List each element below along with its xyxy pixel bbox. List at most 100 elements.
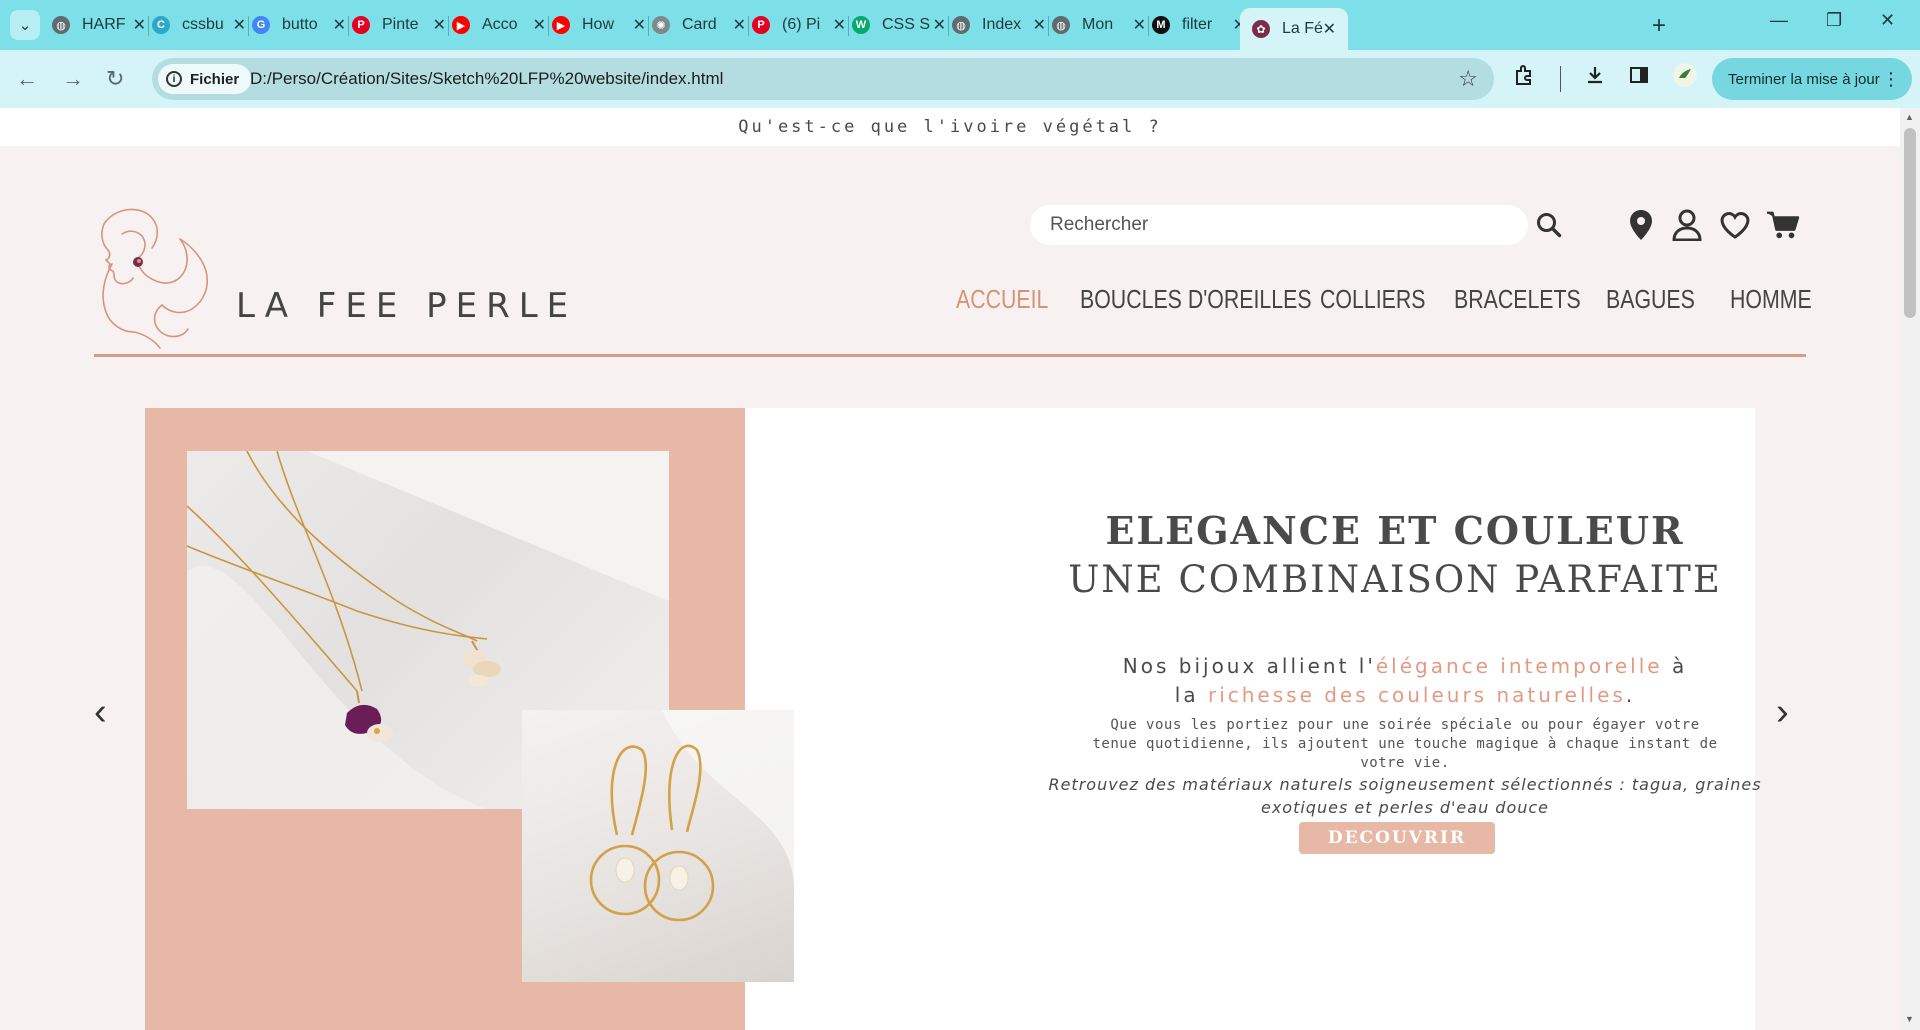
promo-banner[interactable]: Qu'est-ce que l'ivoire végétal ? (0, 108, 1900, 146)
c-icon: C (152, 16, 170, 34)
hero-title-line2: UNE COMBINAISON PARFAITE (1068, 558, 1722, 601)
browser-tab[interactable]: ▶ Acco ✕ (452, 8, 546, 42)
hero-image-panel (145, 408, 794, 1030)
browser-tab-bar: ⌄ ◍ HARF ✕ Ccssbu ✕ Gbutto ✕ P Pinte ✕ ▶ Acco ✕ ▶ How ✕… (0, 0, 1920, 50)
google-icon: G (252, 16, 270, 34)
globe-icon: ◍ (1052, 16, 1070, 34)
brand-name[interactable]: LA FEE PERLE (236, 286, 577, 326)
download-icon[interactable] (1584, 64, 1606, 92)
user-account-icon[interactable] (1670, 208, 1704, 242)
close-tab-icon[interactable]: ✕ (733, 15, 746, 35)
scroll-up-arrow-icon[interactable]: ▲ (1905, 112, 1914, 122)
search-icon[interactable] (1532, 208, 1566, 242)
lafee-icon: ✿ (1252, 20, 1270, 38)
browser-tab[interactable]: W CSS S ✕ (852, 8, 946, 42)
extensions-icon[interactable] (1514, 64, 1536, 92)
close-tab-icon[interactable]: ✕ (233, 15, 246, 35)
toolbar-divider (1560, 66, 1561, 92)
new-tab-button[interactable]: + (1652, 12, 1666, 40)
tab-separator (748, 16, 749, 36)
intro-accent-colors: richesse des couleurs naturelles (1207, 683, 1626, 707)
browser-tab[interactable]: ◍ Index ✕ (952, 8, 1046, 42)
wishlist-heart-icon[interactable] (1718, 208, 1752, 242)
browser-tab[interactable]: P Pinte ✕ (352, 8, 446, 42)
tab-search-button[interactable]: ⌄ (10, 10, 40, 40)
tab-separator (448, 16, 449, 36)
browser-tab[interactable]: ✿ La Fé ✕ (1240, 8, 1348, 50)
close-tab-icon[interactable]: ✕ (833, 15, 846, 35)
discover-button[interactable]: DECOUVRIR (1299, 822, 1495, 854)
browser-tab[interactable]: Mfilter✕ (1152, 8, 1246, 42)
hero-description: Que vous les portiez pour une soirée spé… (1092, 717, 1718, 771)
nav-item-bracelets[interactable]: BRACELETS (1454, 284, 1581, 315)
close-tab-icon[interactable]: ✕ (333, 15, 346, 35)
close-window-icon[interactable]: ✕ (1880, 10, 1895, 31)
location-pin-icon[interactable] (1624, 208, 1658, 242)
browser-tab[interactable]: ✺ Card ✕ (652, 8, 746, 42)
nav-item-bagues[interactable]: BAGUES (1606, 284, 1695, 315)
reload-icon[interactable]: ↻ (106, 66, 124, 92)
nav-item-boucles-d-oreilles[interactable]: BOUCLES D'OREILLES (1080, 284, 1312, 315)
close-tab-icon[interactable]: ✕ (133, 15, 146, 35)
update-browser-button[interactable]: Terminer la mise à jour ⋮ (1712, 58, 1912, 100)
close-tab-icon[interactable]: ✕ (1033, 15, 1046, 35)
browser-tab[interactable]: ◍ HARF ✕ (52, 8, 146, 42)
back-icon[interactable]: ← (16, 66, 38, 92)
close-tab-icon[interactable]: ✕ (1133, 15, 1146, 35)
profile-avatar[interactable] (1672, 62, 1698, 94)
browser-tab[interactable]: ◍ Mon ✕ (1052, 8, 1146, 42)
more-menu-icon[interactable]: ⋮ (1882, 69, 1900, 90)
brand-logo[interactable] (92, 204, 217, 354)
hero-carousel-slide: ELEGANCE ET COULEUR UNE COMBINAISON PARF… (145, 408, 1761, 1030)
tab-title: (6) Pi (782, 16, 821, 33)
browser-tab[interactable]: ▶ How ✕ (552, 8, 646, 42)
tab-separator (148, 16, 149, 36)
page-scrollbar[interactable]: ▲ ▼ (1900, 108, 1920, 1030)
pinterest-icon: P (752, 16, 770, 34)
browser-toolbar: ← → ↻ i Fichier D:/Perso/Création/Sites/… (0, 50, 1920, 108)
scrollbar-thumb[interactable] (1904, 128, 1916, 318)
nav-item-homme[interactable]: HOMME (1730, 284, 1812, 315)
tab-title: Mon (1082, 16, 1114, 33)
tab-title: How (582, 16, 615, 33)
browser-tab[interactable]: P (6) Pi ✕ (752, 8, 846, 42)
bookmark-star-icon[interactable]: ☆ (1458, 66, 1478, 92)
tab-title: Index (982, 16, 1022, 33)
youtube-icon: ▶ (552, 16, 570, 34)
close-tab-icon[interactable]: ✕ (433, 15, 446, 35)
close-tab-icon[interactable]: ✕ (533, 15, 546, 35)
nav-item-colliers[interactable]: COLLIERS (1320, 284, 1425, 315)
intro-text-b: à (1662, 654, 1688, 678)
close-tab-icon[interactable]: ✕ (933, 15, 946, 35)
browser-tab[interactable]: Gbutto ✕ (252, 8, 346, 42)
site-info-label: Fichier (190, 70, 240, 88)
tab-title: Acco (482, 16, 518, 33)
side-panel-icon[interactable] (1628, 64, 1650, 92)
tab-separator (948, 16, 949, 36)
minimize-icon[interactable]: — (1770, 10, 1788, 31)
tab-separator (1048, 16, 1049, 36)
hero-intro-text: Nos bijoux allient l'élégance intemporel… (970, 652, 1840, 710)
url-text[interactable]: D:/Perso/Création/Sites/Sketch%20LFP%20w… (250, 69, 723, 89)
globe-icon: ◍ (952, 16, 970, 34)
tab-separator (548, 16, 549, 36)
nav-item-accueil[interactable]: ACCUEIL (956, 284, 1048, 315)
search-input[interactable] (1030, 205, 1528, 245)
carousel-prev-button[interactable]: ‹ (94, 693, 107, 731)
site-info-chip[interactable]: i Fichier (158, 64, 252, 94)
shopping-cart-icon[interactable] (1766, 208, 1800, 242)
hero-title-line1: ELEGANCE ET COULEUR (1105, 508, 1685, 553)
address-bar[interactable]: i Fichier D:/Perso/Création/Sites/Sketch… (152, 58, 1494, 100)
forward-icon[interactable]: → (62, 66, 84, 92)
tab-title: CSS S (882, 16, 930, 33)
tab-separator (248, 16, 249, 36)
restore-icon[interactable]: ❐ (1826, 10, 1842, 31)
close-tab-icon[interactable]: ✕ (1323, 19, 1336, 39)
scroll-down-arrow-icon[interactable]: ▼ (1905, 1014, 1914, 1024)
tab-separator (348, 16, 349, 36)
browser-tab[interactable]: Ccssbu ✕ (152, 8, 246, 42)
earrings-photo (522, 710, 794, 982)
intro-text-c: la (1174, 683, 1208, 707)
chatgpt-icon: ✺ (652, 16, 670, 34)
close-tab-icon[interactable]: ✕ (633, 15, 646, 35)
